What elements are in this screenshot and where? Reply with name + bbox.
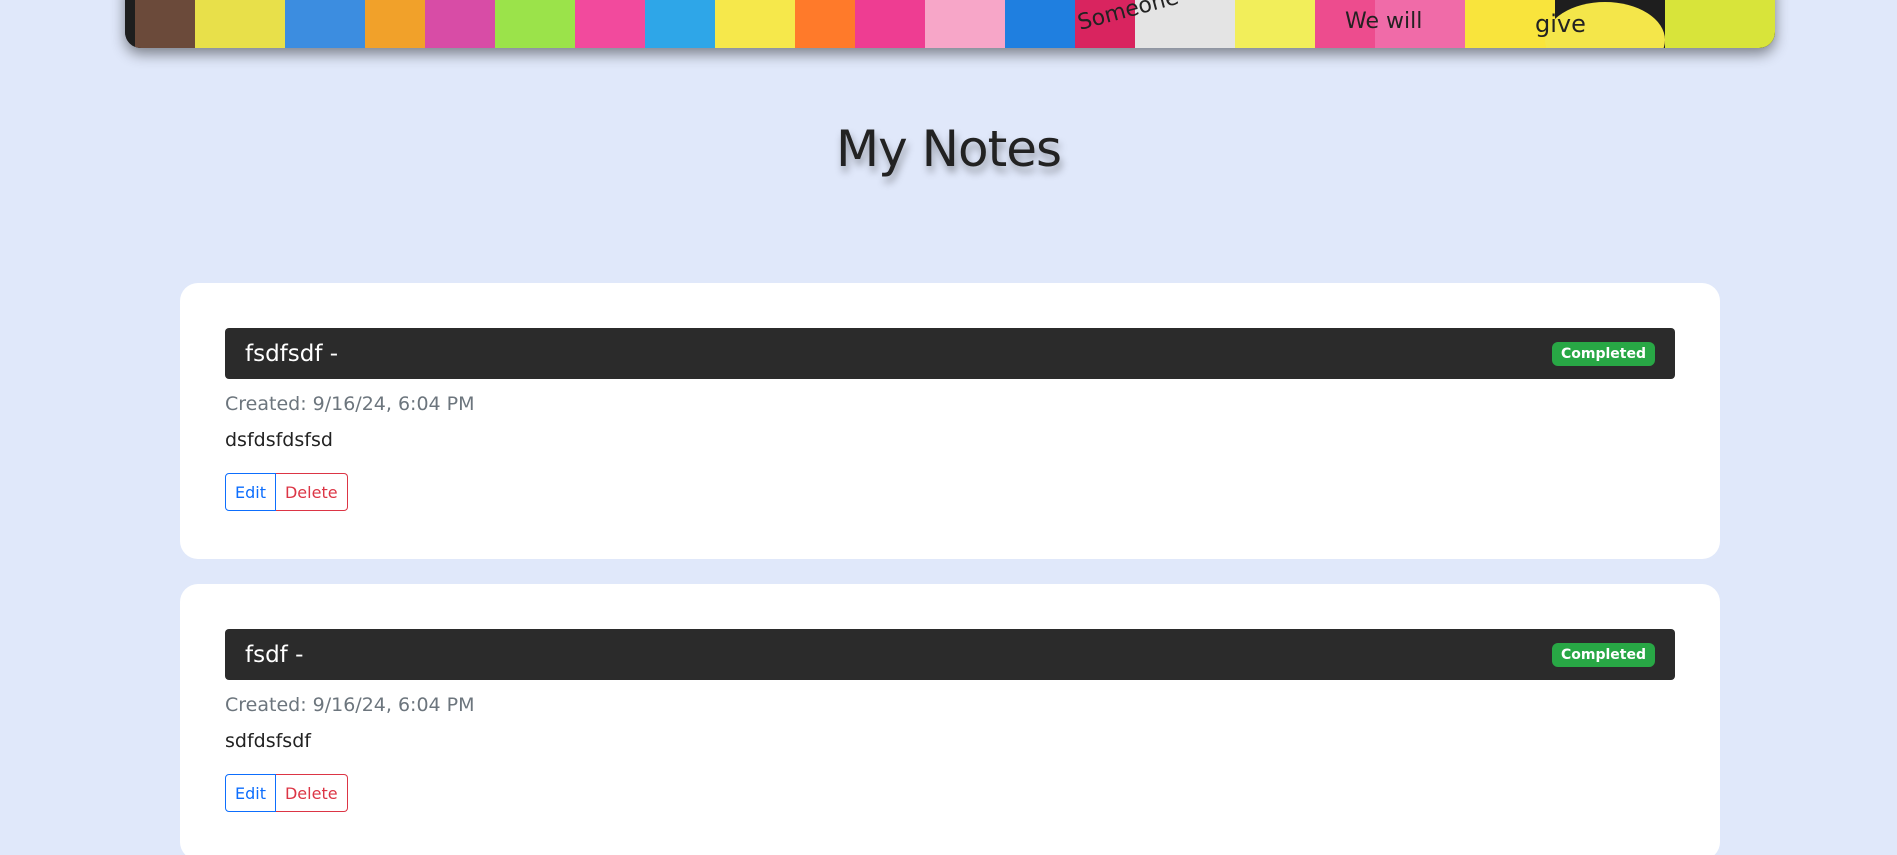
- note-actions: Edit Delete: [225, 774, 1675, 812]
- edit-button[interactable]: Edit: [225, 473, 276, 511]
- edit-button[interactable]: Edit: [225, 774, 276, 812]
- note-content: sdfdsfsdf: [225, 730, 311, 752]
- status-badge: Completed: [1551, 341, 1655, 366]
- hero-banner-image: Someone We will give: [125, 0, 1775, 48]
- note-header: fsdfsdf - Completed: [225, 328, 1675, 379]
- sticky-notes-image: Someone We will give: [125, 0, 1775, 48]
- delete-button[interactable]: Delete: [275, 473, 348, 511]
- svg-text:give: give: [1535, 10, 1586, 38]
- note-card: fsdf - Completed Created: 9/16/24, 6:04 …: [180, 584, 1720, 855]
- note-actions: Edit Delete: [225, 473, 1675, 511]
- page-title: My Notes: [835, 120, 1062, 178]
- note-card: fsdfsdf - Completed Created: 9/16/24, 6:…: [180, 283, 1720, 559]
- delete-button[interactable]: Delete: [275, 774, 348, 812]
- status-badge: Completed: [1551, 642, 1655, 667]
- note-content: dsfdsfdsfsd: [225, 429, 333, 451]
- note-created-date: Created: 9/16/24, 6:04 PM: [225, 393, 475, 415]
- note-header: fsdf - Completed: [225, 629, 1675, 680]
- page: Someone We will give My Notes fsdfsdf - …: [0, 0, 1897, 855]
- note-title: fsdfsdf -: [245, 340, 339, 367]
- note-title: fsdf -: [245, 641, 304, 668]
- notes-list: fsdfsdf - Completed Created: 9/16/24, 6:…: [180, 283, 1720, 855]
- svg-text:We will: We will: [1345, 9, 1422, 34]
- note-created-date: Created: 9/16/24, 6:04 PM: [225, 694, 475, 716]
